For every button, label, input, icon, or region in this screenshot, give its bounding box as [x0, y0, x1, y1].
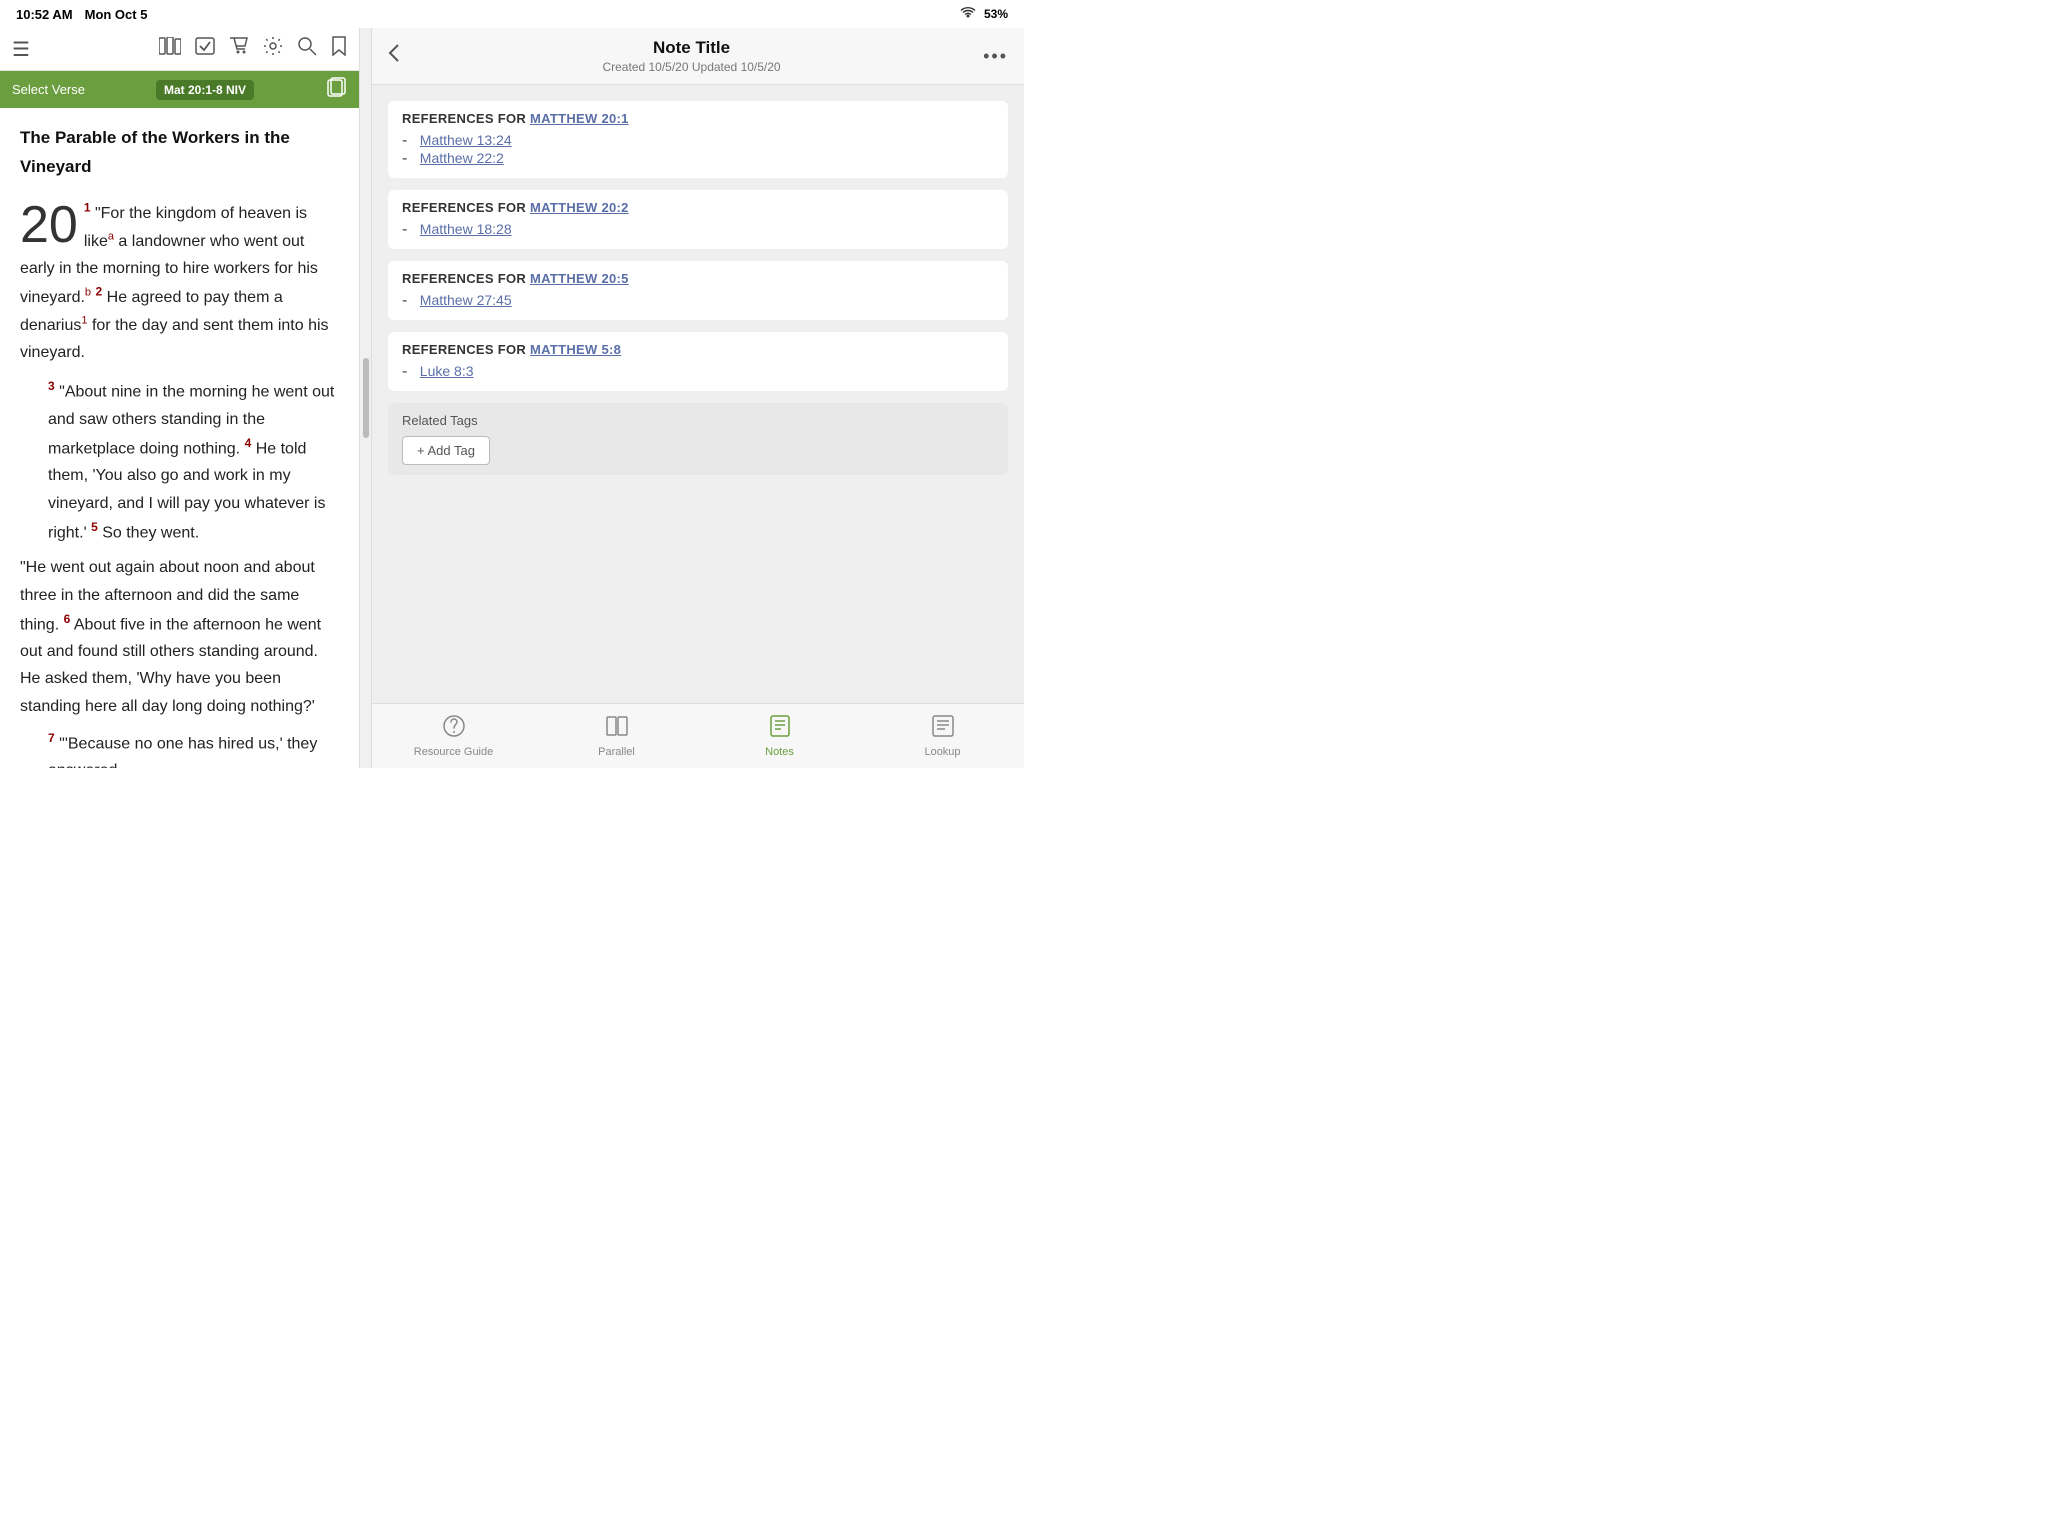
- verse-bar[interactable]: Select Verse Mat 20:1-8 NIV: [0, 71, 359, 108]
- footnote-a: a: [108, 230, 114, 242]
- tab-lookup[interactable]: Lookup: [861, 710, 1024, 762]
- tab-resource-guide-label: Resource Guide: [414, 746, 494, 758]
- verse-3-block: 3 "About nine in the morning he went out…: [20, 376, 339, 546]
- notes-panel: Note Title Created 10/5/20 Updated 10/5/…: [372, 28, 1024, 768]
- verse-badge[interactable]: Mat 20:1-8 NIV: [156, 80, 254, 100]
- verse-num-6: 6: [64, 612, 71, 626]
- chapter-block: 20 1 "For the kingdom of heaven is likea…: [20, 198, 339, 366]
- books-icon[interactable]: [159, 37, 181, 61]
- select-verse-label: Select Verse: [12, 82, 85, 97]
- status-right: 53%: [960, 7, 1008, 22]
- search-icon[interactable]: [297, 36, 317, 62]
- tab-notes-label: Notes: [765, 746, 794, 758]
- time-display: 10:52 AM: [16, 7, 73, 22]
- verse-3-indent: 3 "About nine in the morning he went out…: [20, 376, 339, 546]
- verse-num-1: 1: [84, 201, 91, 215]
- tab-parallel-label: Parallel: [598, 746, 635, 758]
- date-display: Mon Oct 5: [85, 7, 148, 22]
- main-container: ☰: [0, 28, 1024, 768]
- copy-icon[interactable]: [325, 77, 347, 102]
- bible-panel: ☰: [0, 28, 360, 768]
- notes-content: REFERENCES FOR MATTHEW 20:1 - Matthew 13…: [372, 85, 1024, 703]
- ref-header-2: REFERENCES FOR MATTHEW 20:2: [402, 200, 994, 215]
- check-icon[interactable]: [195, 37, 215, 61]
- lookup-icon: [931, 714, 955, 744]
- reference-block-4: REFERENCES FOR MATTHEW 5:8 - Luke 8:3: [388, 332, 1008, 391]
- toolbar-left: ☰: [12, 37, 30, 62]
- verse-7-indent: 7 "'Because no one has hired us,' they a…: [20, 728, 339, 768]
- status-bar: 10:52 AM Mon Oct 5 53%: [0, 0, 1024, 28]
- ref-link-matthew-20-2[interactable]: MATTHEW 20:2: [530, 200, 629, 215]
- verse-num-2: 2: [96, 285, 103, 299]
- reference-block-2: REFERENCES FOR MATTHEW 20:2 - Matthew 18…: [388, 190, 1008, 249]
- reference-block-1: REFERENCES FOR MATTHEW 20:1 - Matthew 13…: [388, 101, 1008, 178]
- tab-notes[interactable]: Notes: [698, 710, 861, 762]
- menu-icon[interactable]: ☰: [12, 37, 30, 62]
- add-tag-button[interactable]: + Add Tag: [402, 436, 490, 465]
- ref-link-luke-8-3[interactable]: Luke 8:3: [420, 363, 474, 379]
- bible-content: The Parable of the Workers in the Vineya…: [0, 108, 359, 768]
- ref-header-4: REFERENCES FOR MATTHEW 5:8: [402, 342, 994, 357]
- tab-resource-guide[interactable]: Resource Guide: [372, 710, 535, 762]
- ref-link-matthew-13-24[interactable]: Matthew 13:24: [420, 132, 512, 148]
- verse-num-4: 4: [245, 436, 252, 450]
- ref-link-matthew-5-8[interactable]: MATTHEW 5:8: [530, 342, 621, 357]
- notes-icon: [768, 714, 792, 744]
- status-left: 10:52 AM Mon Oct 5: [16, 7, 147, 22]
- tab-lookup-label: Lookup: [924, 746, 960, 758]
- ref-link-matthew-20-5[interactable]: MATTHEW 20:5: [530, 271, 629, 286]
- resource-guide-icon: [442, 714, 466, 744]
- notes-back-button[interactable]: [388, 43, 400, 69]
- settings-icon[interactable]: [263, 36, 283, 62]
- notes-header: Note Title Created 10/5/20 Updated 10/5/…: [372, 28, 1024, 85]
- notes-title-block: Note Title Created 10/5/20 Updated 10/5/…: [400, 38, 983, 74]
- notes-tabs: Resource Guide Parallel Notes Lookup: [372, 703, 1024, 768]
- verse-6-block: "He went out again about noon and about …: [20, 554, 339, 719]
- verse-num-5: 5: [91, 520, 98, 534]
- reference-block-3: REFERENCES FOR MATTHEW 20:5 - Matthew 27…: [388, 261, 1008, 320]
- ref-link-matthew-27-45[interactable]: Matthew 27:45: [420, 292, 512, 308]
- chapter-number: 20: [20, 202, 78, 249]
- verse-7-block: 7 "'Because no one has hired us,' they a…: [20, 728, 339, 768]
- toolbar-right: [159, 36, 347, 62]
- chapter-title: The Parable of the Workers in the Vineya…: [20, 124, 339, 182]
- toolbar: ☰: [0, 28, 359, 71]
- ref-link-matthew-22-2[interactable]: Matthew 22:2: [420, 150, 504, 166]
- verse-num-7: 7: [48, 731, 55, 745]
- bookmark-icon[interactable]: [331, 36, 347, 62]
- cart-icon[interactable]: [229, 37, 249, 61]
- ref-link-matthew-20-1[interactable]: MATTHEW 20:1: [530, 111, 629, 126]
- tab-parallel[interactable]: Parallel: [535, 710, 698, 762]
- note-title: Note Title: [400, 38, 983, 58]
- footnote-b: b: [85, 287, 91, 299]
- scroll-divider: [360, 28, 372, 768]
- related-tags-label: Related Tags: [402, 413, 994, 428]
- battery-display: 53%: [984, 7, 1008, 21]
- ref-link-matthew-18-28[interactable]: Matthew 18:28: [420, 221, 512, 237]
- verse-num-3: 3: [48, 379, 55, 393]
- note-date: Created 10/5/20 Updated 10/5/20: [400, 60, 983, 74]
- wifi-icon: [960, 7, 976, 22]
- footnote-1: 1: [81, 315, 87, 327]
- scroll-handle[interactable]: [363, 358, 369, 438]
- notes-more-button[interactable]: •••: [983, 46, 1008, 67]
- ref-header-3: REFERENCES FOR MATTHEW 20:5: [402, 271, 994, 286]
- parallel-icon: [605, 714, 629, 744]
- ref-header-1: REFERENCES FOR MATTHEW 20:1: [402, 111, 994, 126]
- related-tags-block: Related Tags + Add Tag: [388, 403, 1008, 475]
